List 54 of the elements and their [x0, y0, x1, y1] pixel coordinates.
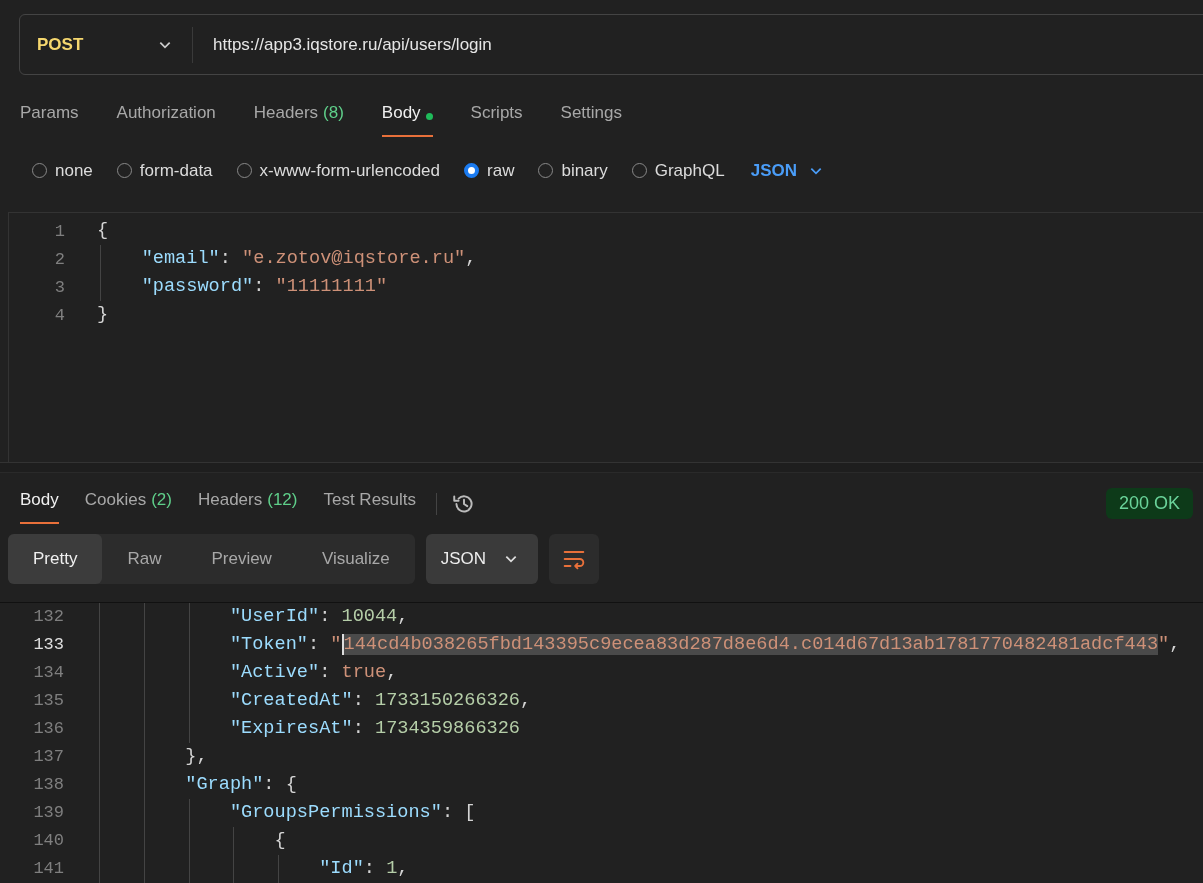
line-number: 134 [32, 663, 64, 683]
view-mode-tab[interactable]: Raw [102, 534, 187, 584]
code-line: "ExpiresAt": 1734359866326 [229, 717, 521, 741]
code-line: "email": "e.zotov@iqstore.ru", [141, 247, 477, 271]
tab[interactable]: Headers (12) [197, 483, 298, 524]
code-line: } [97, 303, 109, 327]
line-number: 4 [53, 305, 65, 325]
code-line: "Graph": { [185, 773, 297, 797]
line-number: 1 [53, 221, 65, 241]
line-number: 138 [32, 775, 64, 795]
status-badge: 200 OK [1105, 488, 1193, 520]
code-line: "GroupsPermissions": [ [229, 801, 476, 825]
line-number: 140 [32, 831, 64, 851]
code-line: { [274, 829, 286, 853]
radio-option[interactable]: GraphQL [631, 160, 725, 181]
line-number: 132 [32, 607, 64, 627]
tab[interactable]: Authorization [116, 97, 216, 138]
radio-option[interactable]: binary [538, 160, 608, 181]
url-field[interactable]: POST https://app3.iqstore.ru/api/users/login [19, 14, 1203, 76]
code-line: "password": "11111111" [141, 275, 388, 299]
tab[interactable]: Scripts [470, 97, 523, 138]
radio-option[interactable]: x-www-form-urlencoded [236, 160, 440, 181]
code-line: "Active": true, [229, 661, 398, 685]
radio-option[interactable]: none [32, 160, 93, 181]
code-line: }, [185, 745, 208, 769]
tab[interactable]: Body [381, 97, 433, 138]
line-number: 139 [32, 803, 64, 823]
code-line: "UserId": 10044, [229, 605, 409, 629]
line-number: 136 [32, 719, 64, 739]
line-number: 3 [53, 277, 65, 297]
code-line: "CreatedAt": 1733150266326, [229, 689, 532, 713]
radio-option[interactable]: form-data [116, 160, 213, 181]
radio-button[interactable] [464, 163, 479, 179]
view-mode-tab[interactable]: Preview [186, 534, 297, 584]
format-dropdown[interactable]: JSON [425, 534, 538, 584]
tab[interactable]: Settings [560, 97, 622, 138]
tab[interactable]: Test Results [323, 483, 417, 524]
tab[interactable]: Cookies (2) [84, 483, 172, 524]
code-line: "Id": 1, [319, 857, 409, 881]
code-line: { [97, 219, 109, 243]
line-number: 137 [32, 747, 64, 767]
radio-option[interactable]: raw [464, 160, 515, 181]
tab[interactable]: Headers (8) [253, 97, 344, 138]
line-number: 135 [32, 691, 64, 711]
format-dropdown[interactable]: JSON [750, 160, 823, 181]
line-number: 2 [53, 249, 65, 269]
method-dropdown[interactable]: POST [20, 34, 192, 55]
wrap-button[interactable] [548, 534, 599, 584]
view-mode-tab[interactable]: Pretty [8, 534, 103, 584]
line-number: 141 [32, 859, 64, 879]
tab[interactable]: Params [20, 97, 79, 138]
tab[interactable]: Body [20, 483, 59, 524]
view-mode-tab[interactable]: Visualize [296, 534, 415, 584]
line-number: 133 [32, 635, 64, 655]
